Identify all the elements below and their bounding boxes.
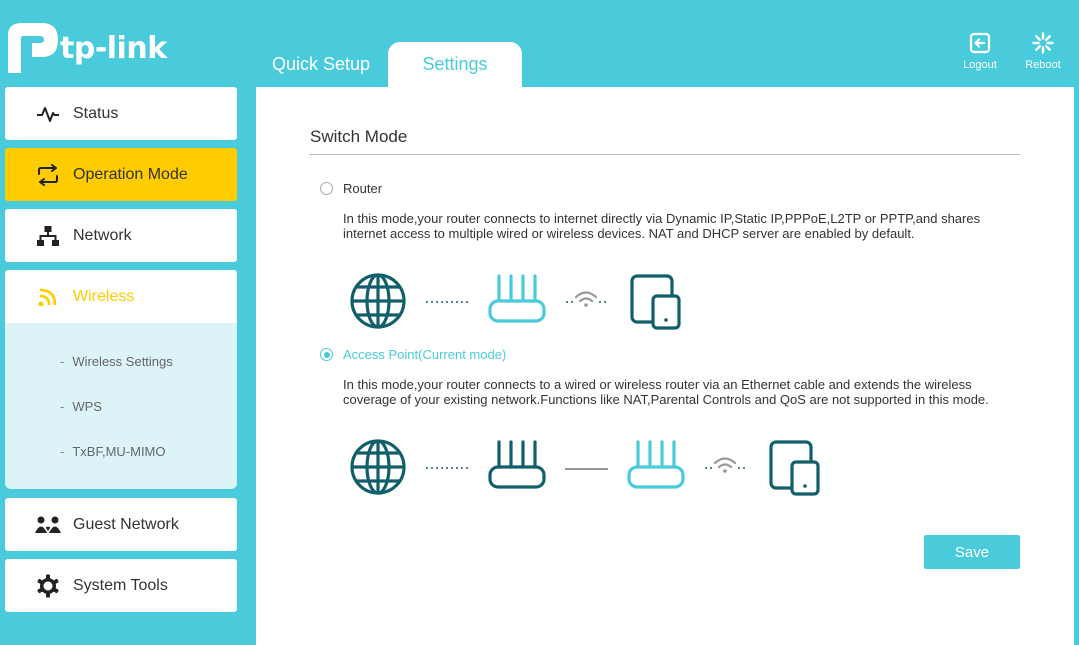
dash-bullet: - [60,354,65,369]
section-divider [309,154,1020,155]
guest-network-icon [33,515,63,535]
submenu-item-wireless-settings[interactable]: - Wireless Settings [60,354,173,369]
wifi-icon [574,291,598,307]
sidebar-item-label: Status [73,104,119,122]
sidebar-item-guest-network[interactable]: Guest Network [5,498,237,551]
submenu-item-txbf-mu-mimo[interactable]: - TxBF,MU-MIMO [60,444,166,459]
tp-link-logo: tp-link [4,21,167,75]
logo-text: tp-link [60,30,167,66]
submenu-item-wps[interactable]: - WPS [60,399,102,414]
router-mode-diagram [350,273,681,330]
access-point-mode-radio[interactable]: Access Point(Current mode) [320,347,506,362]
sidebar-item-system-tools[interactable]: System Tools [5,559,237,612]
devices-icon [630,274,681,330]
access-point-mode-description: In this mode,your router connects to a w… [343,377,989,407]
logout-button[interactable]: Logout [952,32,1008,71]
network-icon [33,225,63,247]
devices-icon [769,440,820,496]
sidebar-item-operation-mode[interactable]: Operation Mode [5,148,237,201]
sidebar-item-status[interactable]: Status [5,87,237,140]
main-content: Switch Mode Router In this mode,your rou… [256,87,1074,645]
tp-link-logo-icon [8,23,58,73]
sidebar-item-label: Operation Mode [73,165,188,183]
access-point-mode-diagram [350,439,820,496]
operation-mode-icon [33,163,63,186]
tab-settings[interactable]: Settings [388,42,522,87]
reboot-button[interactable]: Reboot [1015,32,1071,71]
router-icon [488,274,546,323]
reboot-label: Reboot [1025,59,1061,71]
logout-icon [969,32,991,54]
access-point-router-icon [627,440,685,489]
radio-button[interactable] [320,348,333,361]
router-mode-radio[interactable]: Router [320,181,382,196]
radio-label: Access Point(Current mode) [343,347,507,362]
radio-label: Router [343,181,383,196]
sidebar-item-wireless[interactable]: Wireless [5,270,237,323]
scrollbar[interactable] [1074,87,1079,645]
radio-button[interactable] [320,182,333,195]
sidebar-item-label: Wireless [73,287,135,305]
sidebar-item-label: Network [73,226,132,244]
sidebar-item-network[interactable]: Network [5,209,237,262]
wifi-icon [713,457,737,473]
globe-icon [350,439,406,495]
submenu-item-label: WPS [72,399,102,414]
section-title: Switch Mode [310,127,408,146]
dash-bullet: - [60,399,65,414]
reboot-icon [1032,32,1054,54]
tab-quick-setup[interactable]: Quick Setup [254,42,388,87]
submenu-item-label: TxBF,MU-MIMO [72,444,166,459]
dash-bullet: - [60,444,65,459]
wireless-submenu: - Wireless Settings - WPS - TxBF,MU-MIMO [5,323,237,489]
globe-icon [350,273,406,329]
wireless-icon [33,286,63,308]
sidebar-item-label: Guest Network [73,515,179,533]
router-mode-description: In this mode,your router connects to int… [343,211,981,241]
status-pulse-icon [33,105,63,123]
logout-label: Logout [963,59,997,71]
save-button[interactable]: Save [924,535,1020,569]
sidebar-item-label: System Tools [73,576,168,594]
gear-icon [33,574,63,598]
main-router-icon [488,440,546,489]
submenu-item-label: Wireless Settings [72,354,173,369]
